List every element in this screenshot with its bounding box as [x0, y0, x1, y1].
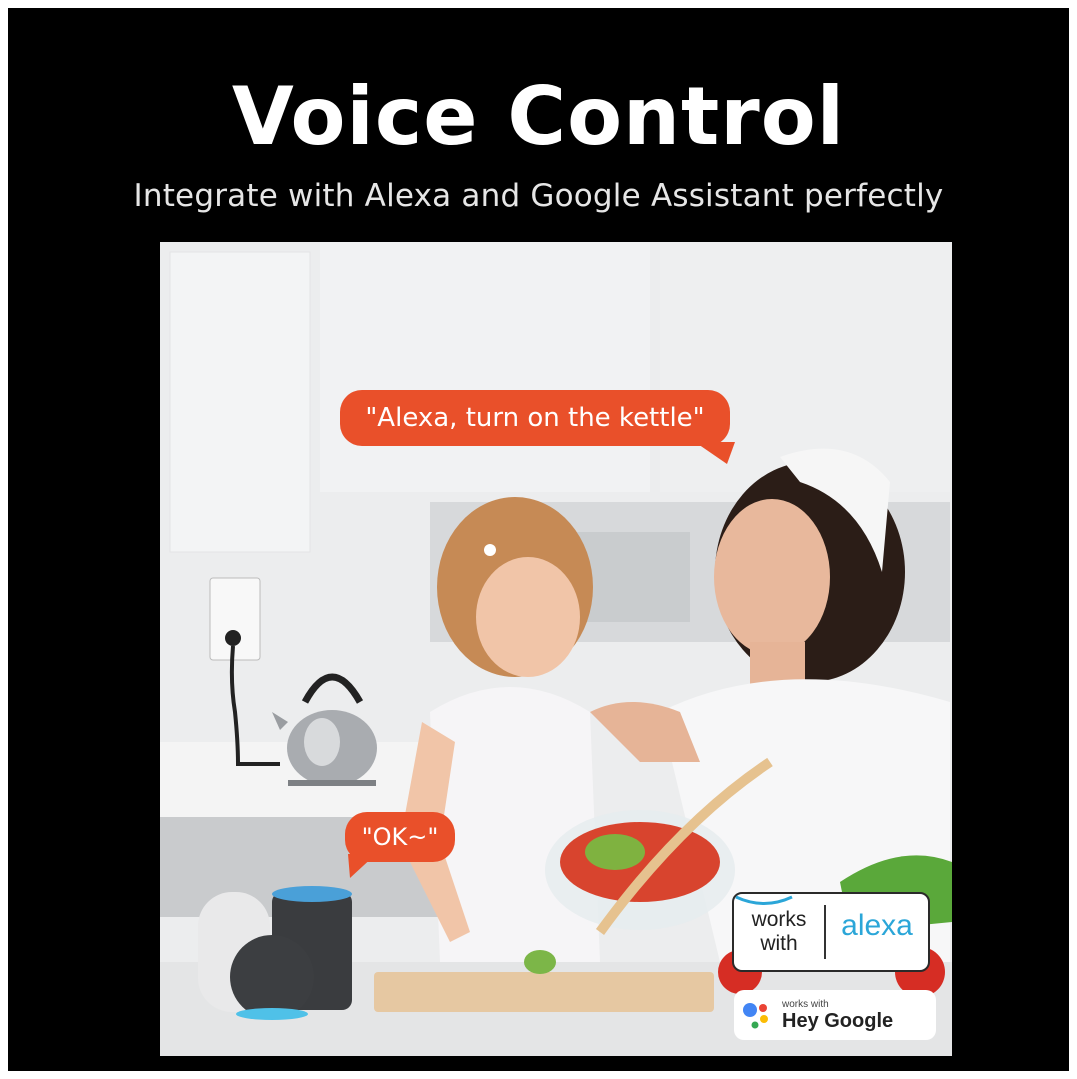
bubble-tail-icon-small: [348, 854, 376, 878]
page-title: Voice Control: [231, 70, 846, 163]
bubble-tail-icon: [695, 442, 735, 464]
google-badge-hey-google: Hey Google: [782, 1009, 894, 1032]
hey-google-badge: works with Hey Google: [734, 990, 936, 1040]
alexa-smile-icon: [735, 895, 793, 905]
works-with-alexa-badge: works with alexa: [732, 892, 930, 972]
google-badge-works-with: works with: [782, 998, 829, 1010]
google-assistant-icon: [734, 995, 782, 1035]
cucumber-slice: [524, 950, 556, 974]
alexa-wordmark: alexa: [841, 909, 913, 942]
page-subtitle: Integrate with Alexa and Google Assistan…: [133, 178, 944, 214]
kitchen-photo: "Alexa, turn on the kettle" "OK~" works …: [160, 242, 952, 1056]
smart-speaker-icon: [198, 886, 352, 1020]
alexa-badge-works-with: works with: [751, 908, 807, 955]
poster-frame: Voice Control Integrate with Alexa and G…: [8, 8, 1069, 1071]
alexa-command-bubble: "Alexa, turn on the kettle": [340, 390, 730, 446]
cutting-board: [374, 972, 714, 1012]
